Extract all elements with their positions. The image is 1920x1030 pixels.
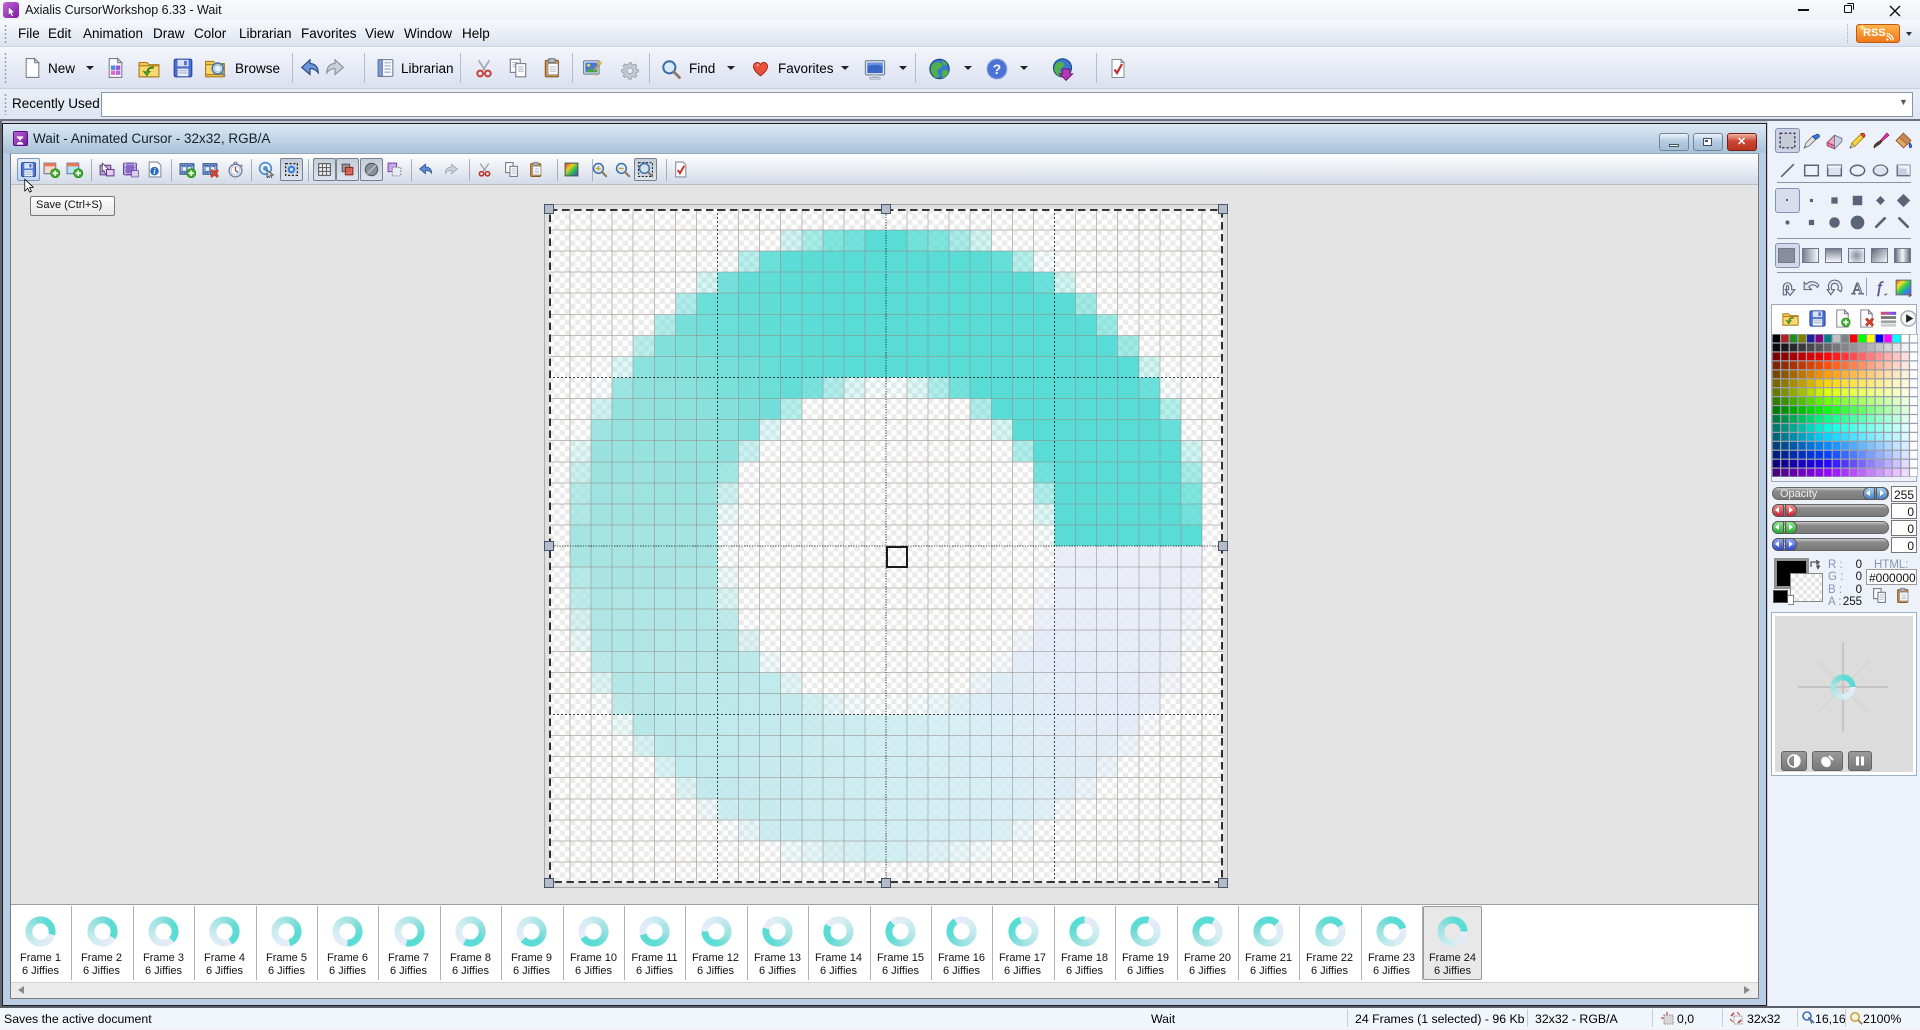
svg-text:?: ? — [993, 62, 1001, 77]
svg-text:A: A — [1851, 279, 1863, 298]
svg-text:f: f — [1877, 280, 1884, 297]
